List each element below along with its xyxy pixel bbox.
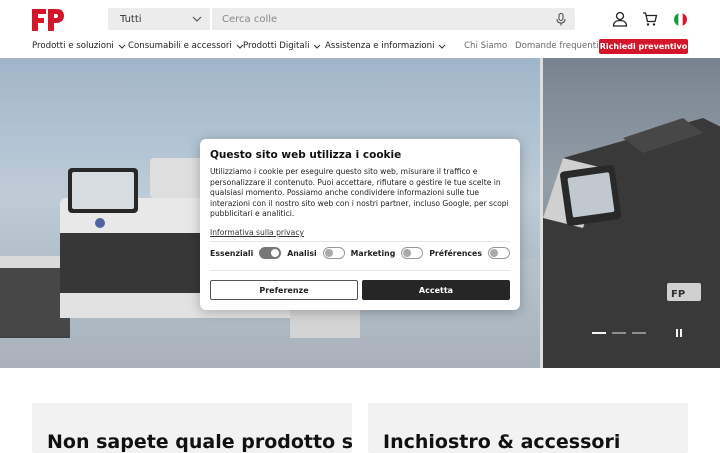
nav-item-digitali[interactable]: Prodotti Digitali <box>243 41 321 51</box>
preferences-button[interactable]: Preferenze <box>210 280 358 300</box>
nav-item-label: Consumabili e accessori <box>128 41 232 51</box>
toggle-label: Marketing <box>350 248 396 258</box>
toggle-switch[interactable] <box>487 247 510 259</box>
chevron-down-icon <box>439 44 446 49</box>
request-quote-button[interactable]: Richiedi preventivo <box>599 39 688 54</box>
toggle-switch[interactable] <box>259 247 282 259</box>
toggle-preferences[interactable]: Préférences <box>429 247 510 259</box>
cookie-dialog-title: Questo sito web utilizza i cookie <box>210 149 402 161</box>
nav-item-prodotti[interactable]: Prodotti e soluzioni <box>32 41 126 51</box>
nav-item-assistenza[interactable]: Assistenza e informazioni <box>325 41 446 51</box>
toggle-switch[interactable] <box>401 247 424 259</box>
divider <box>210 270 510 271</box>
nav-item-label: Prodotti Digitali <box>243 41 310 51</box>
chevron-down-icon <box>118 44 126 49</box>
category-cards: Non sapete quale prodotto sia Inchiostro… <box>0 368 720 453</box>
chevron-down-icon <box>314 44 321 49</box>
toggle-analisi[interactable]: Analisi <box>287 247 345 259</box>
search-input[interactable] <box>212 8 547 30</box>
toggle-essenziali[interactable]: Essenziali <box>210 247 282 259</box>
search-category-value: Tutti <box>120 13 142 25</box>
search-category-select[interactable]: Tutti <box>108 8 212 30</box>
cookie-toggles: Essenziali Analisi Marketing Préférences <box>210 247 510 259</box>
cookie-dialog: Questo sito web utilizza i cookie Utiliz… <box>200 139 520 310</box>
microphone-icon[interactable] <box>547 8 575 30</box>
nav-item-label: Prodotti e soluzioni <box>32 41 114 51</box>
toggle-switch[interactable] <box>322 247 345 259</box>
ink-accessories-card[interactable]: Inchiostro & accessori <box>368 403 688 453</box>
cart-icon[interactable] <box>640 9 660 29</box>
main-nav: Prodotti e soluzioni Consumabili e acces… <box>0 38 720 58</box>
chevron-down-icon <box>192 16 202 22</box>
divider <box>210 241 510 242</box>
italy-flag-icon[interactable] <box>670 9 690 29</box>
nav-item-consumabili[interactable]: Consumabili e accessori <box>128 41 244 51</box>
privacy-policy-link[interactable]: Informativa sulla privacy <box>210 228 304 237</box>
top-bar: Tutti <box>0 0 720 38</box>
nav-link-faq[interactable]: Domande frequenti <box>515 41 598 51</box>
user-icon[interactable] <box>610 9 630 29</box>
nav-item-label: Assistenza e informazioni <box>325 41 435 51</box>
accept-button[interactable]: Accetta <box>362 280 510 300</box>
toggle-label: Analisi <box>287 248 317 258</box>
product-finder-card[interactable]: Non sapete quale prodotto sia <box>32 403 352 453</box>
nav-link-chi-siamo[interactable]: Chi Siamo <box>464 41 507 51</box>
cookie-dialog-text: Utilizziamo i cookie per eseguire questo… <box>210 167 509 219</box>
toggle-label: Essenziali <box>210 248 254 258</box>
fp-logo[interactable] <box>32 9 64 31</box>
toggle-label: Préférences <box>429 248 482 258</box>
search-bar: Tutti <box>108 8 575 30</box>
toggle-marketing[interactable]: Marketing <box>351 247 424 259</box>
